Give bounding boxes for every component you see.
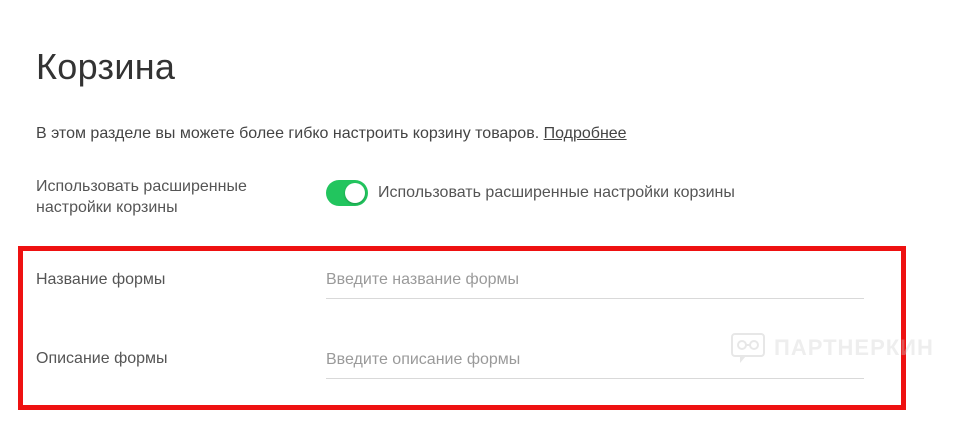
- advanced-settings-toggle-row: Использовать расширенные настройки корзи…: [326, 180, 735, 206]
- more-info-link[interactable]: Подробнее: [544, 125, 627, 142]
- form-name-label: Название формы: [36, 271, 166, 288]
- advanced-settings-label: Использовать расширенные настройки корзи…: [36, 178, 247, 216]
- toggle-knob: [345, 183, 365, 203]
- intro-text: В этом разделе вы можете более гибко нас…: [36, 125, 544, 142]
- watermark: ПАРТНЕРКИН: [730, 330, 934, 366]
- advanced-settings-toggle-text: Использовать расширенные настройки корзи…: [378, 184, 735, 201]
- form-description-label: Описание формы: [36, 350, 168, 367]
- intro-paragraph: В этом разделе вы можете более гибко нас…: [36, 124, 627, 144]
- glasses-bubble-icon: [731, 333, 765, 363]
- watermark-text: ПАРТНЕРКИН: [774, 335, 934, 360]
- form-name-input[interactable]: [326, 262, 864, 299]
- advanced-settings-toggle[interactable]: [326, 180, 368, 206]
- page-title: Корзина: [36, 46, 176, 87]
